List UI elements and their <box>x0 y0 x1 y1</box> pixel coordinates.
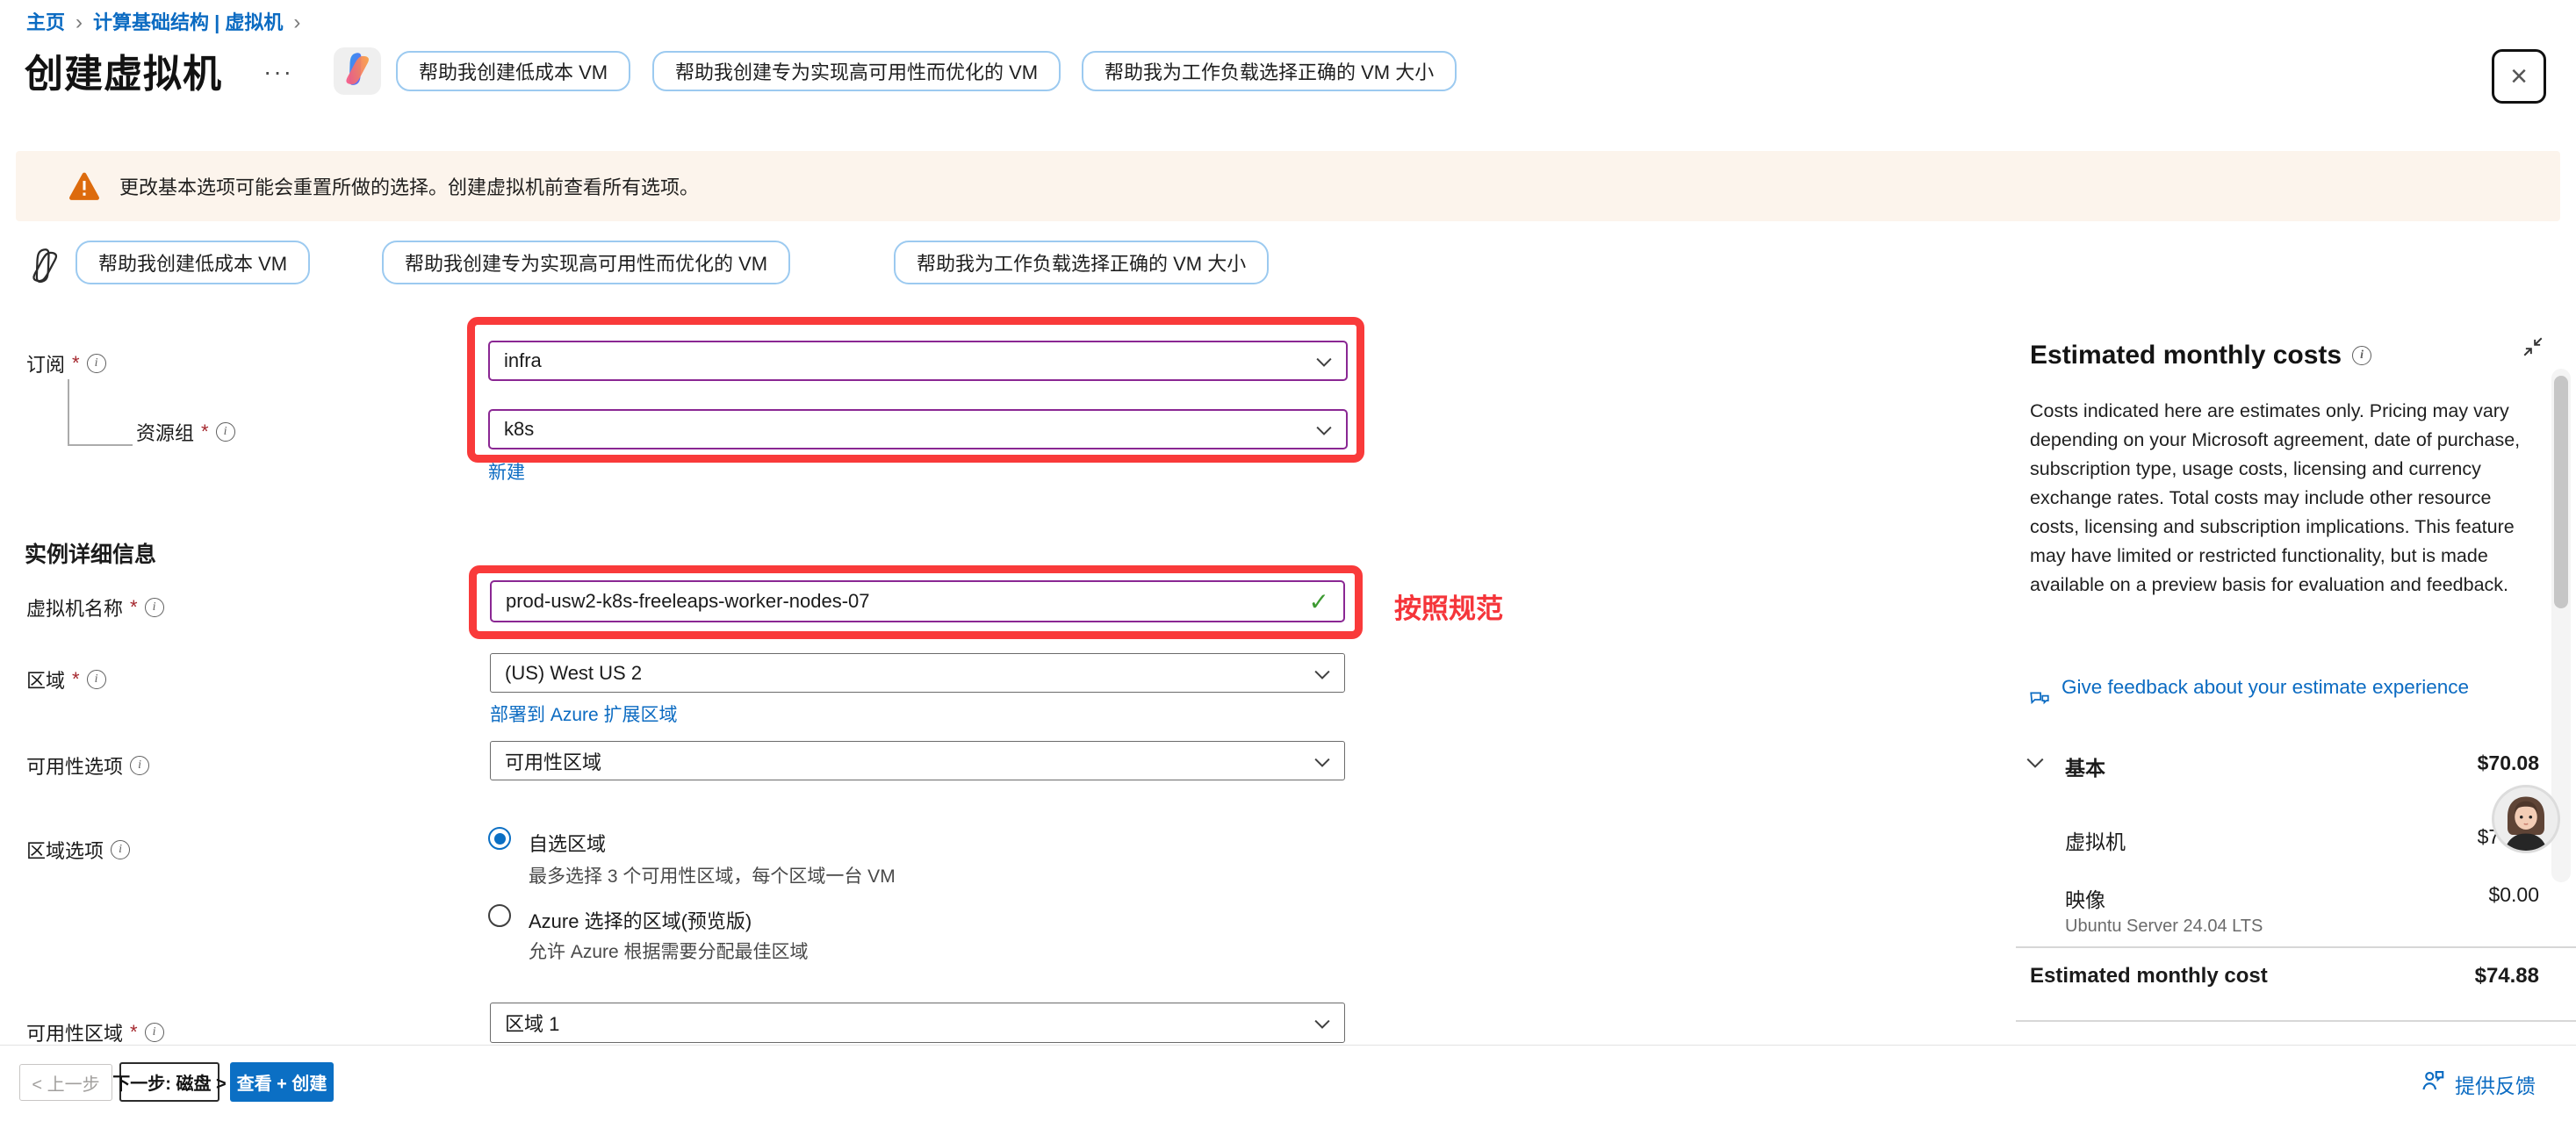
previous-button[interactable]: < 上一步 <box>19 1064 112 1101</box>
cost-panel-title: Estimated monthly costs <box>2030 341 2371 370</box>
review-create-button[interactable]: 查看 + 创建 <box>230 1062 334 1102</box>
zone-self-select-radio[interactable] <box>488 827 511 850</box>
zone-azure-select-label[interactable]: Azure 选择的区域(预览版) <box>529 906 752 934</box>
vm-name-label: 虚拟机名称* <box>26 593 164 622</box>
subscription-label: 订阅* <box>26 349 106 377</box>
warning-text: 更改基本选项可能会重置所做的选择。创建虚拟机前查看所有选项。 <box>119 172 699 200</box>
zone-self-select-label[interactable]: 自选区域 <box>529 829 606 857</box>
total-cost-label: Estimated monthly cost <box>2030 964 2268 988</box>
availability-zone-dropdown[interactable]: 区域 1 <box>490 1003 1345 1043</box>
cost-item-image-amount: $0.00 <box>2488 883 2539 907</box>
availability-options-label: 可用性选项 <box>26 751 149 780</box>
copilot-button[interactable] <box>334 47 381 95</box>
close-icon <box>2510 61 2528 91</box>
divider <box>2016 946 2576 948</box>
region-dropdown[interactable]: (US) West US 2 <box>490 653 1345 693</box>
resource-group-value: k8s <box>504 418 534 441</box>
header-suggest-low-cost-button[interactable]: 帮助我创建低成本 VM <box>396 51 630 91</box>
feedback-bubbles-icon <box>2028 688 2051 715</box>
warning-icon <box>68 171 100 201</box>
required-marker: * <box>72 352 80 375</box>
person-feedback-icon <box>2420 1068 2446 1098</box>
assistant-avatar[interactable] <box>2492 785 2560 853</box>
create-new-link[interactable]: 新建 <box>488 458 525 485</box>
region-value: (US) West US 2 <box>505 662 642 685</box>
info-icon[interactable] <box>2352 346 2371 365</box>
required-marker: * <box>130 1021 138 1044</box>
breadcrumb-section-link[interactable]: 计算基础结构 | 虚拟机 <box>93 11 283 33</box>
chevron-down-icon <box>1316 418 1332 441</box>
info-icon[interactable] <box>111 840 130 859</box>
chevron-down-icon <box>1314 750 1330 773</box>
provide-feedback-link[interactable]: 提供反馈 <box>2455 1069 2536 1099</box>
resource-group-dropdown[interactable]: k8s <box>488 409 1348 449</box>
next-disks-button[interactable]: 下一步: 磁盘 > <box>119 1062 219 1102</box>
availability-zone-label: 可用性区域* <box>26 1018 164 1046</box>
zone-self-select-desc: 最多选择 3 个可用性区域，每个区域一台 VM <box>529 862 896 888</box>
create-vm-page: 主页 › 计算基础结构 | 虚拟机 › 创建虚拟机 ··· 帮助我创建低成本 VM 帮… <box>0 0 2576 1143</box>
zone-options-label: 区域选项 <box>26 836 130 864</box>
info-icon[interactable] <box>130 756 149 775</box>
required-marker: * <box>130 596 138 619</box>
chevron-right-icon: › <box>76 11 83 34</box>
zone-azure-select-radio[interactable] <box>488 904 511 927</box>
valid-check-icon <box>1309 587 1329 616</box>
subscription-value: infra <box>504 349 542 372</box>
total-cost-amount: $74.88 <box>2475 964 2539 988</box>
cost-item-vm-label: 虚拟机 <box>2065 825 2126 855</box>
estimate-feedback-link[interactable]: Give feedback about your estimate experi… <box>2062 674 2509 701</box>
chevron-right-icon: › <box>293 11 300 34</box>
info-icon[interactable] <box>145 1023 164 1042</box>
availability-zone-value: 区域 1 <box>505 1009 559 1037</box>
wizard-footer <box>0 1045 2576 1143</box>
copilot-logo-icon <box>339 51 376 92</box>
info-icon[interactable] <box>216 422 235 442</box>
tree-connector <box>68 379 133 446</box>
page-title: 创建虚拟机 <box>25 42 222 98</box>
cost-group-basic-label[interactable]: 基本 <box>2065 751 2105 781</box>
cost-disclaimer: Costs indicated here are estimates only.… <box>2030 397 2529 600</box>
header-suggest-high-availability-button[interactable]: 帮助我创建专为实现高可用性而优化的 VM <box>652 51 1061 91</box>
header-suggest-vm-size-button[interactable]: 帮助我为工作负载选择正确的 VM 大小 <box>1082 51 1457 91</box>
cost-item-image-subtitle: Ubuntu Server 24.04 LTS <box>2065 917 2263 937</box>
annotation-note: 按照规范 <box>1394 586 1503 626</box>
copilot-outline-icon <box>26 248 63 289</box>
chevron-down-icon <box>1316 349 1332 372</box>
breadcrumb: 主页 › 计算基础结构 | 虚拟机 › <box>26 7 311 35</box>
warning-banner: 更改基本选项可能会重置所做的选择。创建虚拟机前查看所有选项。 <box>16 151 2560 221</box>
cost-group-basic-amount: $70.08 <box>2478 751 2539 775</box>
availability-options-value: 可用性区域 <box>505 747 601 775</box>
info-icon[interactable] <box>145 598 164 617</box>
zone-azure-select-desc: 允许 Azure 根据需要分配最佳区域 <box>529 938 809 964</box>
chevron-down-icon <box>1314 1011 1330 1034</box>
required-marker: * <box>201 421 209 443</box>
close-button[interactable] <box>2492 49 2546 104</box>
edge-zone-link[interactable]: 部署到 Azure 扩展区域 <box>490 701 678 727</box>
collapse-icon[interactable] <box>2522 335 2544 363</box>
more-options-button[interactable]: ··· <box>263 58 293 86</box>
toolbar-suggest-high-availability-button[interactable]: 帮助我创建专为实现高可用性而优化的 VM <box>382 241 790 284</box>
toolbar-suggest-vm-size-button[interactable]: 帮助我为工作负载选择正确的 VM 大小 <box>894 241 1269 284</box>
instance-details-heading: 实例详细信息 <box>25 537 156 569</box>
subscription-dropdown[interactable]: infra <box>488 341 1348 381</box>
breadcrumb-home-link[interactable]: 主页 <box>26 11 65 33</box>
chevron-down-icon[interactable] <box>2026 757 2044 773</box>
region-label: 区域* <box>26 665 106 694</box>
availability-options-dropdown[interactable]: 可用性区域 <box>490 741 1345 780</box>
required-marker: * <box>72 668 80 691</box>
resource-group-label: 资源组* <box>136 418 235 446</box>
scrollbar-thumb[interactable] <box>2554 376 2568 608</box>
divider <box>2016 1020 2576 1022</box>
info-icon[interactable] <box>87 354 106 373</box>
info-icon[interactable] <box>87 670 106 689</box>
toolbar-suggest-low-cost-button[interactable]: 帮助我创建低成本 VM <box>76 241 310 284</box>
vm-name-input[interactable] <box>490 580 1345 622</box>
chevron-down-icon <box>1314 662 1330 685</box>
cost-item-image-label: 映像 <box>2065 883 2105 913</box>
